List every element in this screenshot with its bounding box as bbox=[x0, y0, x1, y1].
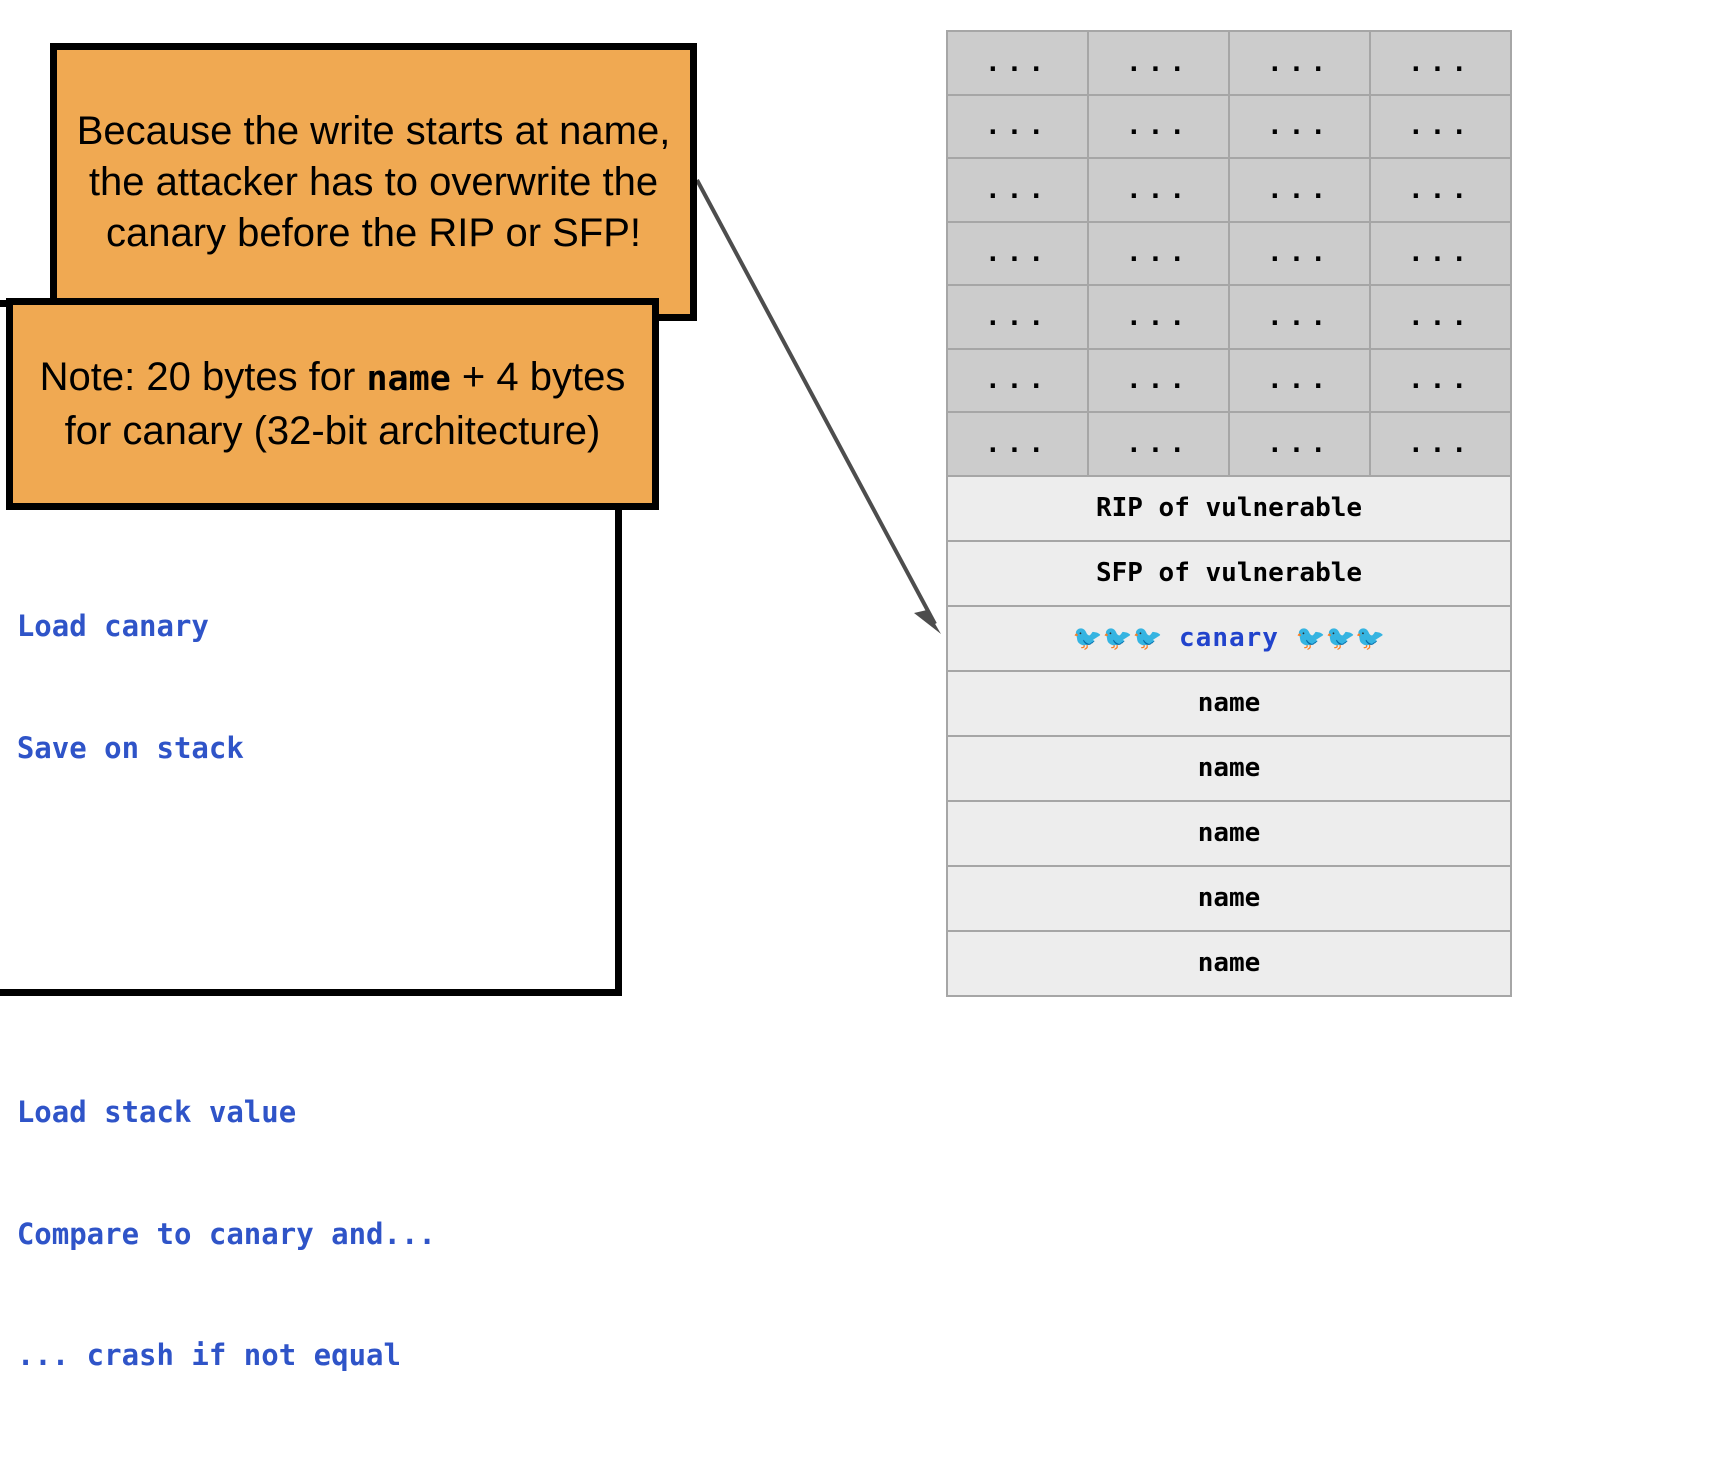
stack-row-label: SFP of vulnerable bbox=[946, 539, 1512, 607]
stack-dots-row: ............ bbox=[946, 411, 1512, 477]
stack-dots-cell: ... bbox=[1369, 30, 1512, 96]
stack-label-row: name bbox=[946, 864, 1512, 932]
stack-label-row: name bbox=[946, 734, 1512, 802]
stack-dots-cell: ... bbox=[1087, 220, 1230, 286]
stack-dots-cell: ... bbox=[946, 411, 1089, 477]
bird-icon-group: 🐦🐦🐦 bbox=[1073, 624, 1163, 652]
stack-dots-cell: ... bbox=[1228, 411, 1371, 477]
stack-memory-diagram: ........................................… bbox=[946, 30, 1512, 997]
explanation-callout-text: Because the write starts at name, the at… bbox=[76, 108, 671, 255]
bird-icon-group: 🐦🐦🐦 bbox=[1296, 624, 1386, 652]
explanation-callout: Because the write starts at name, the at… bbox=[50, 43, 697, 321]
stack-row-label: name bbox=[946, 734, 1512, 802]
bird-icon: 🐦 bbox=[1295, 624, 1326, 652]
stack-dots-cell: ... bbox=[946, 30, 1089, 96]
stack-dots-cell: ... bbox=[1228, 157, 1371, 223]
stack-dots-row: ............ bbox=[946, 93, 1512, 159]
stack-dots-cell: ... bbox=[1087, 284, 1230, 350]
stack-dots-cell: ... bbox=[1228, 30, 1371, 96]
stack-label-row: name bbox=[946, 669, 1512, 737]
bird-icon: 🐦 bbox=[1132, 624, 1163, 652]
code-line: # Load stack value bbox=[16, 1095, 297, 1129]
stack-dots-row: ............ bbox=[946, 157, 1512, 223]
stack-dots-cell: ... bbox=[1369, 220, 1512, 286]
code-line: # Save on stack bbox=[16, 730, 244, 765]
stack-dots-cell: ... bbox=[1087, 411, 1230, 477]
note-prefix: Note: 20 bytes for bbox=[39, 355, 367, 399]
stack-dots-cell: ... bbox=[946, 347, 1089, 413]
stack-dots-cell: ... bbox=[946, 93, 1089, 159]
stack-dots-cell: ... bbox=[946, 284, 1089, 350]
stack-dots-cell: ... bbox=[1369, 411, 1512, 477]
bird-icon: 🐦 bbox=[1102, 624, 1133, 652]
stack-dots-cell: ... bbox=[1087, 347, 1230, 413]
stack-dots-cell: ... bbox=[1369, 347, 1512, 413]
stack-row-label: name bbox=[946, 929, 1512, 997]
stack-dots-cell: ... bbox=[1369, 93, 1512, 159]
stack-label-row: name bbox=[946, 929, 1512, 997]
stack-canary-row: 🐦🐦🐦 canary 🐦🐦🐦 bbox=[946, 604, 1512, 672]
code-line: # ... crash if not equal bbox=[16, 1338, 401, 1372]
code-line: x # Load canary bbox=[16, 609, 209, 643]
canary-label: canary bbox=[1162, 623, 1296, 653]
assembly-code-block: x # Load canary # Save on stack # Load s… bbox=[0, 525, 436, 1457]
stack-dots-cell: ... bbox=[1087, 30, 1230, 96]
note-callout-text: Note: 20 bytes for name + 4 bytes for ca… bbox=[27, 351, 638, 457]
bird-icon: 🐦 bbox=[1325, 624, 1356, 652]
stack-dots-cell: ... bbox=[1369, 284, 1512, 350]
stack-row-label: name bbox=[946, 669, 1512, 737]
stack-dots-cell: ... bbox=[1087, 157, 1230, 223]
stack-dots-row: ............ bbox=[946, 347, 1512, 413]
stack-dots-cell: ... bbox=[1087, 93, 1230, 159]
stack-row-label: 🐦🐦🐦 canary 🐦🐦🐦 bbox=[946, 604, 1512, 672]
stack-dots-cell: ... bbox=[946, 220, 1089, 286]
stack-dots-cell: ... bbox=[1228, 347, 1371, 413]
stack-row-label: name bbox=[946, 799, 1512, 867]
bird-icon: 🐦 bbox=[1072, 624, 1103, 652]
stack-row-label: RIP of vulnerable bbox=[946, 474, 1512, 542]
stack-dots-cell: ... bbox=[1228, 284, 1371, 350]
stack-dots-cell: ... bbox=[1228, 220, 1371, 286]
stack-label-row: SFP of vulnerable bbox=[946, 539, 1512, 607]
note-callout: Note: 20 bytes for name + 4 bytes for ca… bbox=[6, 298, 659, 510]
stack-dots-cell: ... bbox=[946, 157, 1089, 223]
stack-dots-row: ............ bbox=[946, 284, 1512, 350]
stack-label-row: name bbox=[946, 799, 1512, 867]
stack-dots-row: ............ bbox=[946, 30, 1512, 96]
stack-dots-cell: ... bbox=[1369, 157, 1512, 223]
stack-dots-cell: ... bbox=[1228, 93, 1371, 159]
stack-row-label: name bbox=[946, 864, 1512, 932]
bird-icon: 🐦 bbox=[1355, 624, 1386, 652]
code-line: ) # Compare to canary and... bbox=[16, 1216, 436, 1251]
stack-label-row: RIP of vulnerable bbox=[946, 474, 1512, 542]
stack-dots-row: ............ bbox=[946, 220, 1512, 286]
note-mono-token: name bbox=[366, 359, 451, 399]
